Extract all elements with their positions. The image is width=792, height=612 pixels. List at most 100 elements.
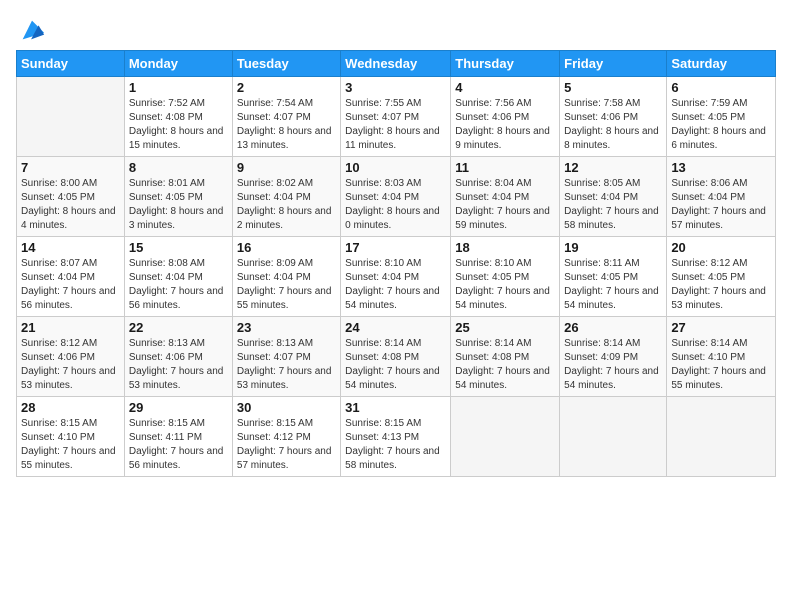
day-number: 15: [129, 240, 228, 255]
calendar-table: SundayMondayTuesdayWednesdayThursdayFrid…: [16, 50, 776, 477]
day-number: 3: [345, 80, 446, 95]
calendar-header-monday: Monday: [124, 51, 232, 77]
day-info: Sunrise: 8:12 AM Sunset: 4:06 PM Dayligh…: [21, 337, 120, 393]
day-info: Sunrise: 8:15 AM Sunset: 4:11 PM Dayligh…: [129, 417, 228, 473]
calendar-cell: 3 Sunrise: 7:55 AM Sunset: 4:07 PM Daylig…: [341, 77, 451, 157]
calendar-cell: 6 Sunrise: 7:59 AM Sunset: 4:05 PM Daylig…: [667, 77, 776, 157]
day-info: Sunrise: 8:14 AM Sunset: 4:08 PM Dayligh…: [455, 337, 555, 393]
calendar-header-row: SundayMondayTuesdayWednesdayThursdayFrid…: [17, 51, 776, 77]
calendar-cell: 27 Sunrise: 8:14 AM Sunset: 4:10 PM Dayli…: [667, 317, 776, 397]
calendar-cell: 22 Sunrise: 8:13 AM Sunset: 4:06 PM Dayli…: [124, 317, 232, 397]
day-number: 26: [564, 320, 662, 335]
calendar-cell: 9 Sunrise: 8:02 AM Sunset: 4:04 PM Daylig…: [232, 157, 340, 237]
day-info: Sunrise: 7:56 AM Sunset: 4:06 PM Dayligh…: [455, 97, 555, 153]
calendar-header-wednesday: Wednesday: [341, 51, 451, 77]
day-info: Sunrise: 8:14 AM Sunset: 4:08 PM Dayligh…: [345, 337, 446, 393]
day-number: 2: [237, 80, 336, 95]
day-number: 11: [455, 160, 555, 175]
day-number: 24: [345, 320, 446, 335]
day-info: Sunrise: 8:04 AM Sunset: 4:04 PM Dayligh…: [455, 177, 555, 233]
calendar-cell: [17, 77, 125, 157]
day-info: Sunrise: 7:54 AM Sunset: 4:07 PM Dayligh…: [237, 97, 336, 153]
day-info: Sunrise: 8:11 AM Sunset: 4:05 PM Dayligh…: [564, 257, 662, 313]
day-info: Sunrise: 8:10 AM Sunset: 4:04 PM Dayligh…: [345, 257, 446, 313]
calendar-cell: 13 Sunrise: 8:06 AM Sunset: 4:04 PM Dayli…: [667, 157, 776, 237]
day-number: 19: [564, 240, 662, 255]
calendar-cell: 2 Sunrise: 7:54 AM Sunset: 4:07 PM Daylig…: [232, 77, 340, 157]
day-number: 7: [21, 160, 120, 175]
day-info: Sunrise: 8:06 AM Sunset: 4:04 PM Dayligh…: [671, 177, 771, 233]
calendar-week-row: 14 Sunrise: 8:07 AM Sunset: 4:04 PM Dayli…: [17, 237, 776, 317]
day-number: 16: [237, 240, 336, 255]
calendar-cell: 15 Sunrise: 8:08 AM Sunset: 4:04 PM Dayli…: [124, 237, 232, 317]
calendar-cell: 11 Sunrise: 8:04 AM Sunset: 4:04 PM Dayli…: [451, 157, 560, 237]
day-info: Sunrise: 8:02 AM Sunset: 4:04 PM Dayligh…: [237, 177, 336, 233]
day-number: 17: [345, 240, 446, 255]
calendar-cell: 12 Sunrise: 8:05 AM Sunset: 4:04 PM Dayli…: [560, 157, 667, 237]
day-info: Sunrise: 8:08 AM Sunset: 4:04 PM Dayligh…: [129, 257, 228, 313]
day-number: 4: [455, 80, 555, 95]
page-container: SundayMondayTuesdayWednesdayThursdayFrid…: [0, 0, 792, 612]
day-info: Sunrise: 8:13 AM Sunset: 4:06 PM Dayligh…: [129, 337, 228, 393]
day-number: 20: [671, 240, 771, 255]
calendar-cell: 25 Sunrise: 8:14 AM Sunset: 4:08 PM Dayli…: [451, 317, 560, 397]
calendar-cell: 10 Sunrise: 8:03 AM Sunset: 4:04 PM Dayli…: [341, 157, 451, 237]
day-number: 9: [237, 160, 336, 175]
day-number: 5: [564, 80, 662, 95]
calendar-cell: 8 Sunrise: 8:01 AM Sunset: 4:05 PM Daylig…: [124, 157, 232, 237]
day-info: Sunrise: 8:15 AM Sunset: 4:12 PM Dayligh…: [237, 417, 336, 473]
day-number: 30: [237, 400, 336, 415]
calendar-week-row: 21Sunrise: 8:12 AM Sunset: 4:06 PM Dayli…: [17, 317, 776, 397]
calendar-week-row: 1Sunrise: 7:52 AM Sunset: 4:08 PM Daylig…: [17, 77, 776, 157]
calendar-cell: 21Sunrise: 8:12 AM Sunset: 4:06 PM Dayli…: [17, 317, 125, 397]
calendar-header-tuesday: Tuesday: [232, 51, 340, 77]
day-info: Sunrise: 8:03 AM Sunset: 4:04 PM Dayligh…: [345, 177, 446, 233]
day-number: 31: [345, 400, 446, 415]
day-number: 12: [564, 160, 662, 175]
day-number: 28: [21, 400, 120, 415]
day-info: Sunrise: 7:52 AM Sunset: 4:08 PM Dayligh…: [129, 97, 228, 153]
calendar-header-friday: Friday: [560, 51, 667, 77]
day-number: 14: [21, 240, 120, 255]
calendar-cell: 16 Sunrise: 8:09 AM Sunset: 4:04 PM Dayli…: [232, 237, 340, 317]
calendar-cell: 23 Sunrise: 8:13 AM Sunset: 4:07 PM Dayli…: [232, 317, 340, 397]
day-number: 23: [237, 320, 336, 335]
calendar-cell: 14 Sunrise: 8:07 AM Sunset: 4:04 PM Dayli…: [17, 237, 125, 317]
calendar-cell: 19 Sunrise: 8:11 AM Sunset: 4:05 PM Dayli…: [560, 237, 667, 317]
day-number: 22: [129, 320, 228, 335]
day-info: Sunrise: 8:07 AM Sunset: 4:04 PM Dayligh…: [21, 257, 120, 313]
calendar-header-saturday: Saturday: [667, 51, 776, 77]
calendar-cell: 20Sunrise: 8:12 AM Sunset: 4:05 PM Dayli…: [667, 237, 776, 317]
calendar-cell: 28 Sunrise: 8:15 AM Sunset: 4:10 PM Dayli…: [17, 397, 125, 477]
day-info: Sunrise: 8:13 AM Sunset: 4:07 PM Dayligh…: [237, 337, 336, 393]
day-info: Sunrise: 8:01 AM Sunset: 4:05 PM Dayligh…: [129, 177, 228, 233]
day-info: Sunrise: 8:10 AM Sunset: 4:05 PM Dayligh…: [455, 257, 555, 313]
day-info: Sunrise: 7:58 AM Sunset: 4:06 PM Dayligh…: [564, 97, 662, 153]
day-number: 27: [671, 320, 771, 335]
calendar-cell: 17 Sunrise: 8:10 AM Sunset: 4:04 PM Dayli…: [341, 237, 451, 317]
day-info: Sunrise: 8:14 AM Sunset: 4:10 PM Dayligh…: [671, 337, 771, 393]
logo: [16, 16, 46, 40]
logo-icon: [18, 16, 46, 44]
header: [16, 16, 776, 40]
day-info: Sunrise: 8:15 AM Sunset: 4:10 PM Dayligh…: [21, 417, 120, 473]
day-number: 10: [345, 160, 446, 175]
calendar-cell: 1Sunrise: 7:52 AM Sunset: 4:08 PM Daylig…: [124, 77, 232, 157]
calendar-week-row: 7Sunrise: 8:00 AM Sunset: 4:05 PM Daylig…: [17, 157, 776, 237]
day-info: Sunrise: 8:05 AM Sunset: 4:04 PM Dayligh…: [564, 177, 662, 233]
calendar-cell: 4 Sunrise: 7:56 AM Sunset: 4:06 PM Daylig…: [451, 77, 560, 157]
calendar-header-sunday: Sunday: [17, 51, 125, 77]
day-number: 25: [455, 320, 555, 335]
day-number: 6: [671, 80, 771, 95]
day-info: Sunrise: 8:14 AM Sunset: 4:09 PM Dayligh…: [564, 337, 662, 393]
day-info: Sunrise: 8:09 AM Sunset: 4:04 PM Dayligh…: [237, 257, 336, 313]
day-info: Sunrise: 7:55 AM Sunset: 4:07 PM Dayligh…: [345, 97, 446, 153]
day-number: 8: [129, 160, 228, 175]
day-number: 13: [671, 160, 771, 175]
day-info: Sunrise: 7:59 AM Sunset: 4:05 PM Dayligh…: [671, 97, 771, 153]
calendar-cell: [667, 397, 776, 477]
calendar-cell: 5 Sunrise: 7:58 AM Sunset: 4:06 PM Daylig…: [560, 77, 667, 157]
calendar-cell: 31Sunrise: 8:15 AM Sunset: 4:13 PM Dayli…: [341, 397, 451, 477]
calendar-cell: [560, 397, 667, 477]
day-number: 29: [129, 400, 228, 415]
